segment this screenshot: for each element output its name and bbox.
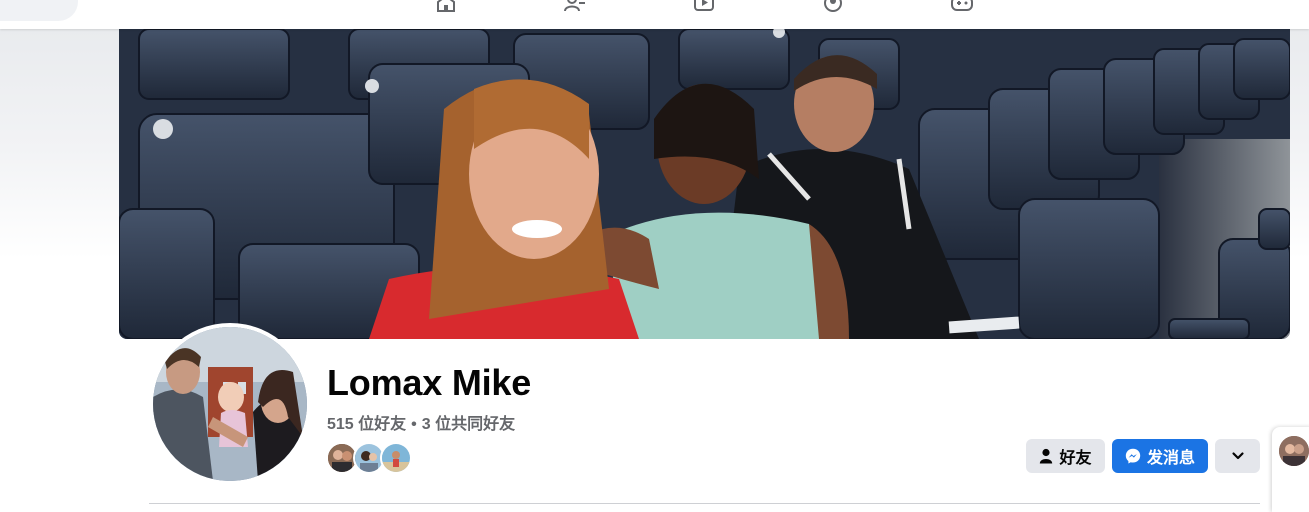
friends-summary: 515 位好友 • 3 位共同好友: [327, 410, 515, 434]
profile-name: Lomax Mike: [327, 362, 532, 403]
home-icon[interactable]: [435, 0, 457, 12]
watch-icon[interactable]: [693, 0, 715, 12]
profile-picture[interactable]: [149, 323, 311, 485]
chevron-down-icon: [1231, 451, 1245, 461]
person-icon: [1039, 448, 1053, 464]
chat-contact-avatar[interactable]: [1279, 436, 1309, 466]
top-navigation-bar: [0, 0, 1309, 29]
more-options-button[interactable]: [1215, 439, 1260, 473]
friends-button-label: 好友: [1059, 450, 1092, 467]
groups-icon[interactable]: [822, 0, 844, 12]
separator-dot: •: [411, 416, 417, 433]
chat-dock: [1272, 427, 1309, 512]
cover-photo[interactable]: [119, 29, 1290, 339]
friends-button[interactable]: 好友: [1026, 439, 1105, 473]
search-bar[interactable]: [0, 0, 78, 21]
profile-divider: [149, 503, 1260, 504]
gaming-icon[interactable]: [951, 0, 973, 12]
mutual-friends-avatars: [326, 442, 412, 474]
friends-icon[interactable]: [564, 0, 586, 12]
message-button-label: 发消息: [1146, 450, 1195, 467]
messenger-icon: [1125, 448, 1141, 464]
mutual-friend-avatar[interactable]: [380, 442, 412, 474]
mutual-friends-link[interactable]: 3 位共同好友: [422, 416, 515, 433]
message-button[interactable]: 发消息: [1112, 439, 1208, 473]
friend-count-link[interactable]: 515 位好友: [327, 416, 406, 433]
